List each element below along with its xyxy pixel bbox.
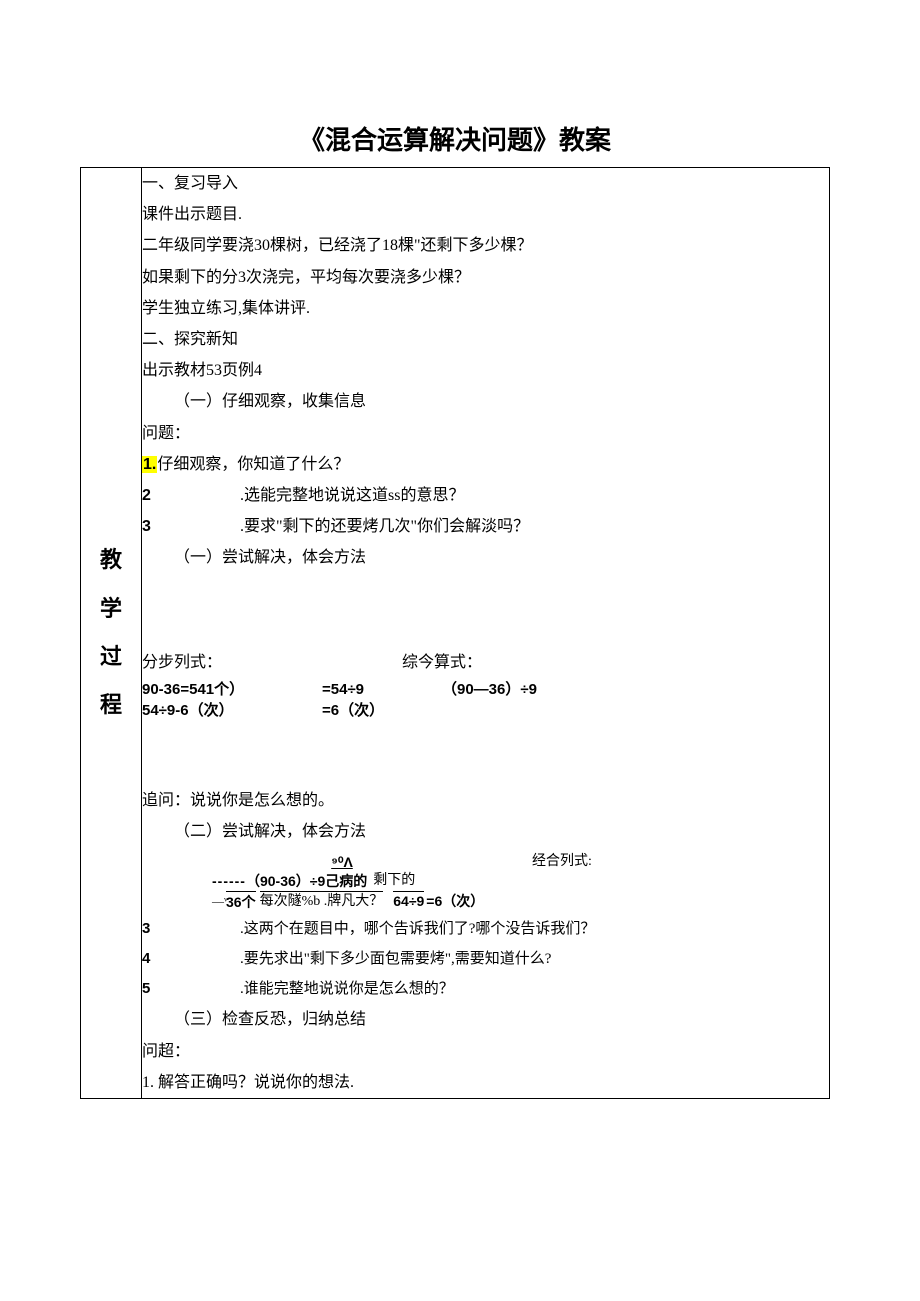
calc-cell: 90-36=541个） [142, 679, 322, 700]
text-line: 出示教材53页例4 [142, 355, 829, 386]
subsection-heading: （一）尝试解决，体会方法 [142, 542, 829, 573]
bottom-b: 每次隧%b .牌凡大？ [260, 891, 384, 912]
label: 问超： [142, 1036, 829, 1067]
text-line: 课件出示题目. [142, 199, 829, 230]
bottom-a: 36个 [226, 891, 256, 912]
calc-cell: =6（次） [322, 700, 442, 721]
calc-cell [442, 700, 829, 721]
item-number: 5 [142, 974, 160, 1003]
vertical-space [142, 573, 829, 643]
follow-up: 追问：说说你是怎么想的。 [142, 785, 829, 816]
document-title: 《混合运算解决问题》教案 [80, 120, 830, 157]
label-combined: 综今算式： [322, 647, 829, 678]
text-segment: 剩下的 [373, 872, 415, 891]
side-label-cell: 教学过程 [81, 168, 142, 1099]
subsection-heading: （二）尝试解决，体会方法 [142, 816, 829, 847]
main-table: 教学过程 一、复习导入 课件出示题目. 二年级同学要浇30棵树，已经浇了18棵"… [80, 167, 830, 1099]
diagram-row: ------ （90-36）÷9己病的 剩下的 [212, 872, 829, 891]
highlight-number: 1. [142, 456, 157, 473]
question-text: .这两个在题目中，哪个告诉我们了?哪个没告诉我们？ [240, 915, 595, 944]
subsection-heading: （三）检查反恐，归纳总结 [142, 1004, 829, 1035]
question-item: 1.仔细观察，你知道了什么？ [142, 449, 829, 480]
question-text: .要求"剩下的还要烤几次"你们会解淡吗？ [240, 511, 529, 542]
calc-row: 90-36=541个） =54÷9 （90—36）÷9 [142, 679, 829, 700]
calc-cell: （90—36）÷9 [442, 679, 829, 700]
item-number: 4 [142, 944, 160, 973]
combo-label: 经合列式: [532, 853, 592, 872]
eq1: 64÷9 [393, 891, 424, 911]
question-text: 仔细观察，你知道了什么？ [157, 456, 349, 473]
question-text: .要先求出"剩下多少面包需要烤",需要知道什么? [240, 945, 551, 974]
item-number: 3 [142, 914, 160, 943]
dash-segment: ------ [212, 872, 246, 891]
expr-segment: （90-36）÷9己病的 [246, 872, 367, 891]
question-item: 3 .要求"剩下的还要烤几次"你们会解淡吗？ [142, 511, 829, 542]
calc-row: 54÷9-6（次） =6（次） [142, 700, 829, 721]
section-1-heading: 一、复习导入 [142, 168, 829, 199]
text-line: 二年级同学要浇30棵树，已经浇了18棵"还剩下多少棵？ [142, 230, 829, 261]
eq2: =6（次） [426, 892, 484, 911]
page: 《混合运算解决问题》教案 教学过程 一、复习导入 课件出示题目. 二年级同学要浇… [0, 0, 920, 1139]
text-line: 学生独立练习,集体讲评. [142, 293, 829, 324]
vertical-space [142, 725, 829, 785]
question-item: 3 .这两个在题目中，哪个告诉我们了?哪个没告诉我们？ [142, 914, 829, 944]
question-text: .选能完整地说说这道ss的意思？ [240, 480, 464, 511]
subsection-heading: （一）仔细观察，收集信息 [142, 386, 829, 417]
calc-cell: =54÷9 [322, 679, 442, 700]
diagram-block: ⁹⁰Λ 经合列式: ------ （90-36）÷9己病的 剩下的 —ᵛ 36个… [212, 853, 829, 912]
calc-cell: 54÷9-6（次） [142, 700, 322, 721]
question-item: 1. 解答正确吗？说说你的想法. [142, 1067, 829, 1098]
sub-mark: —ᵛ [212, 893, 226, 909]
label-step: 分步列式： [142, 647, 322, 678]
calc-labels: 分步列式： 综今算式： [142, 647, 829, 678]
item-number: 2 [142, 480, 160, 511]
question-item: 2 .选能完整地说说这道ss的意思？ [142, 480, 829, 511]
side-label: 教学过程 [81, 536, 141, 730]
diagram-row: —ᵛ 36个 每次隧%b .牌凡大？ 64÷9 =6（次） [212, 891, 829, 912]
question-item: 4 .要先求出"剩下多少面包需要烤",需要知道什么? [142, 944, 829, 974]
label: 问题： [142, 418, 829, 449]
text-line: 如果剩下的分3次浇完，平均每次要浇多少棵？ [142, 262, 829, 293]
question-item: 5 .谁能完整地说说你是怎么想的？ [142, 974, 829, 1004]
section-2-heading: 二、探究新知 [142, 324, 829, 355]
question-text: .谁能完整地说说你是怎么想的？ [240, 975, 454, 1004]
content-cell: 一、复习导入 课件出示题目. 二年级同学要浇30棵树，已经浇了18棵"还剩下多少… [142, 168, 830, 1099]
item-number: 3 [142, 511, 160, 542]
diagram-top: ⁹⁰Λ [212, 853, 472, 872]
calculation-block: 分步列式： 综今算式： 90-36=541个） =54÷9 （90—36）÷9 … [142, 647, 829, 720]
